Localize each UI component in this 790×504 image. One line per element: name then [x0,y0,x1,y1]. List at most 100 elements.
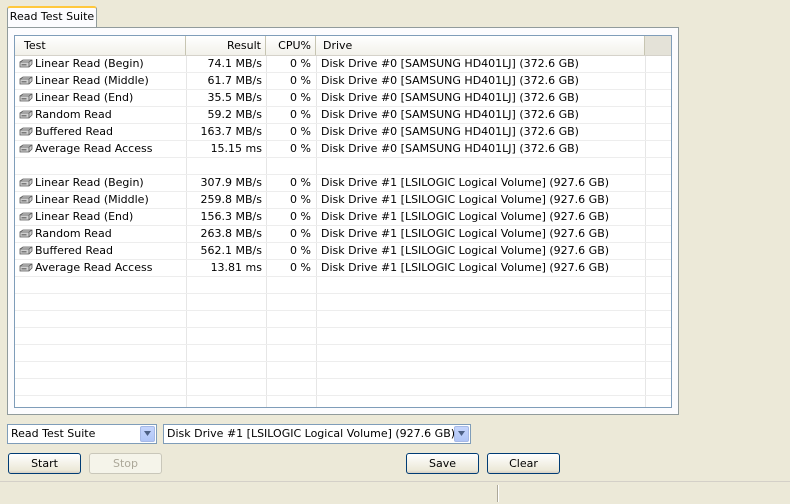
hard-drive-icon [19,125,35,138]
status-bar-divider [497,485,498,502]
cell-result: 163.7 MB/s [200,125,262,138]
cell-cpu: 0 % [290,142,311,155]
hard-drive-icon [19,91,35,104]
cell-cpu: 0 % [290,108,311,121]
cell-drive: Disk Drive #0 [SAMSUNG HD401LJ] (372.6 G… [321,74,579,87]
cell-result: 263.8 MB/s [200,227,262,240]
test-name: Buffered Read [35,244,114,257]
cell-cpu: 0 % [290,244,311,257]
cell-result: 13.81 ms [210,261,262,274]
table-row-empty [15,345,671,362]
test-name: Random Read [35,227,112,240]
cell-result: 59.2 MB/s [207,108,262,121]
cell-drive: Disk Drive #1 [LSILOGIC Logical Volume] … [321,176,610,189]
test-name: Linear Read (End) [35,91,134,104]
cell-cpu: 0 % [290,91,311,104]
test-name: Random Read [35,108,112,121]
hard-drive-icon [19,210,35,223]
hard-drive-icon [19,227,35,240]
chevron-down-icon[interactable] [140,426,155,442]
test-name: Linear Read (Begin) [35,176,144,189]
column-header-cpu[interactable]: CPU% [266,36,316,55]
results-table[interactable]: Test Result CPU% Drive Linear Read (Begi… [14,35,672,408]
table-row[interactable]: Linear Read (Middle) 61.7 MB/s 0 % Disk Dri… [15,73,671,90]
test-name: Linear Read (Middle) [35,193,149,206]
cell-test: Linear Read (Begin) [19,175,186,191]
cell-result: 156.3 MB/s [200,210,262,223]
table-row[interactable]: Average Read Access 15.15 ms 0 % Disk Drive… [15,141,671,158]
hard-drive-icon [19,108,35,121]
cell-cpu: 0 % [290,57,311,70]
table-row[interactable]: Linear Read (Middle) 259.8 MB/s 0 % Disk Dr… [15,192,671,209]
table-row-empty [15,294,671,311]
table-row[interactable]: Linear Read (Begin) 74.1 MB/s 0 % Disk Driv… [15,56,671,73]
cell-test: Average Read Access [19,260,186,276]
cell-result: 15.15 ms [210,142,262,155]
cell-cpu: 0 % [290,176,311,189]
cell-drive: Disk Drive #1 [LSILOGIC Logical Volume] … [321,227,610,240]
hard-drive-icon [19,142,35,155]
hard-drive-icon [19,193,35,206]
cell-cpu: 0 % [290,261,311,274]
table-row-empty [15,362,671,379]
table-row[interactable]: Random Read 263.8 MB/s 0 % Disk Drive #1 [L… [15,226,671,243]
test-name: Linear Read (End) [35,210,134,223]
cell-test: Buffered Read [19,243,186,259]
table-header: Test Result CPU% Drive [15,36,671,56]
cell-result: 259.8 MB/s [200,193,262,206]
table-row[interactable]: Average Read Access 13.81 ms 0 % Disk Drive… [15,260,671,277]
table-row[interactable]: Linear Read (End) 156.3 MB/s 0 % Disk Drive… [15,209,671,226]
cell-drive: Disk Drive #1 [LSILOGIC Logical Volume] … [321,210,610,223]
cell-result: 562.1 MB/s [200,244,262,257]
table-row[interactable]: Linear Read (Begin) 307.9 MB/s 0 % Disk Dri… [15,175,671,192]
tab-label: Read Test Suite [9,10,95,23]
cell-result: 35.5 MB/s [207,91,262,104]
test-name: Buffered Read [35,125,114,138]
column-header-drive[interactable]: Drive [316,36,645,55]
hard-drive-icon [19,74,35,87]
suite-select-value: Read Test Suite [11,427,96,440]
cell-test: Average Read Access [19,141,186,157]
status-bar [0,481,790,504]
column-header-filler [645,36,671,55]
table-body: Linear Read (Begin) 74.1 MB/s 0 % Disk Driv… [15,56,671,407]
table-row-empty [15,396,671,407]
cell-drive: Disk Drive #0 [SAMSUNG HD401LJ] (372.6 G… [321,125,579,138]
drive-select[interactable]: Disk Drive #1 [LSILOGIC Logical Volume] … [163,424,471,444]
save-button[interactable]: Save [406,453,479,474]
hard-drive-icon [19,261,35,274]
cell-drive: Disk Drive #0 [SAMSUNG HD401LJ] (372.6 G… [321,57,579,70]
cell-drive: Disk Drive #1 [LSILOGIC Logical Volume] … [321,244,610,257]
cell-drive: Disk Drive #0 [SAMSUNG HD401LJ] (372.6 G… [321,108,579,121]
start-button[interactable]: Start [8,453,81,474]
table-row[interactable]: Random Read 59.2 MB/s 0 % Disk Drive #0 [SA… [15,107,671,124]
table-row[interactable]: Linear Read (End) 35.5 MB/s 0 % Disk Drive … [15,90,671,107]
cell-drive: Disk Drive #1 [LSILOGIC Logical Volume] … [321,261,610,274]
cell-test: Linear Read (End) [19,209,186,225]
chevron-down-icon[interactable] [454,426,469,442]
column-header-result[interactable]: Result [186,36,266,55]
table-row-empty [15,311,671,328]
cell-test: Linear Read (Middle) [19,73,186,89]
cell-test: Linear Read (Begin) [19,56,186,72]
cell-cpu: 0 % [290,193,311,206]
suite-select[interactable]: Read Test Suite [7,424,157,444]
cell-test: Random Read [19,107,186,123]
cell-drive: Disk Drive #1 [LSILOGIC Logical Volume] … [321,193,610,206]
tab-read-test-suite[interactable]: Read Test Suite [7,6,97,27]
table-row-empty [15,328,671,345]
cell-cpu: 0 % [290,125,311,138]
cell-cpu: 0 % [290,74,311,87]
test-name: Linear Read (Middle) [35,74,149,87]
test-name: Average Read Access [35,261,153,274]
table-row[interactable]: Buffered Read 562.1 MB/s 0 % Disk Drive #1 … [15,243,671,260]
clear-button[interactable]: Clear [487,453,560,474]
cell-test: Random Read [19,226,186,242]
table-row[interactable]: Buffered Read 163.7 MB/s 0 % Disk Drive #0 … [15,124,671,141]
stop-button[interactable]: Stop [89,453,162,474]
test-name: Linear Read (Begin) [35,57,144,70]
test-name: Average Read Access [35,142,153,155]
column-header-test[interactable]: Test [15,36,186,55]
cell-cpu: 0 % [290,210,311,223]
table-row-empty[interactable] [15,158,671,175]
